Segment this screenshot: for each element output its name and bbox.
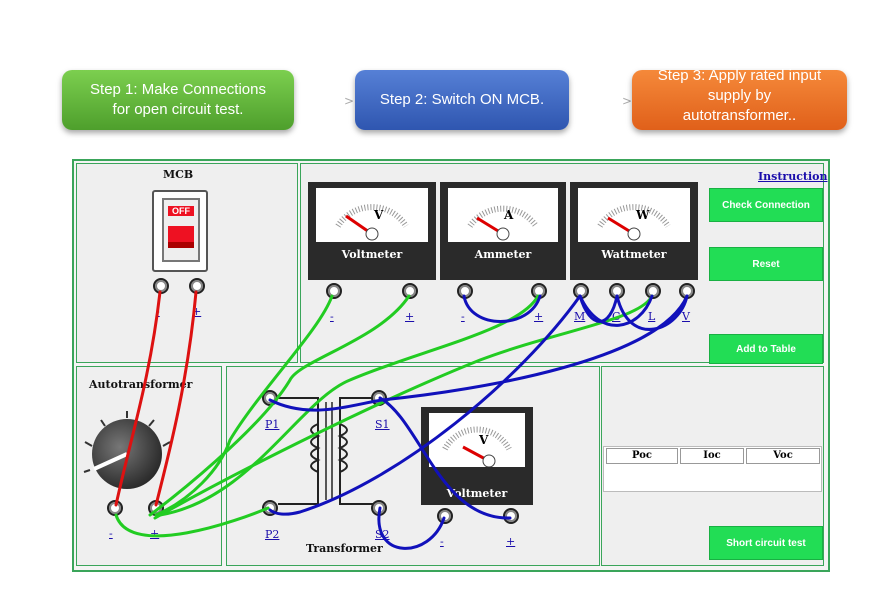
red-wire <box>114 290 162 507</box>
red-wire <box>154 290 198 507</box>
connection-wires <box>114 290 689 550</box>
green-wire <box>154 294 334 517</box>
blue-wire <box>378 396 512 520</box>
green-wire <box>114 506 270 538</box>
blue-wire <box>377 506 446 550</box>
